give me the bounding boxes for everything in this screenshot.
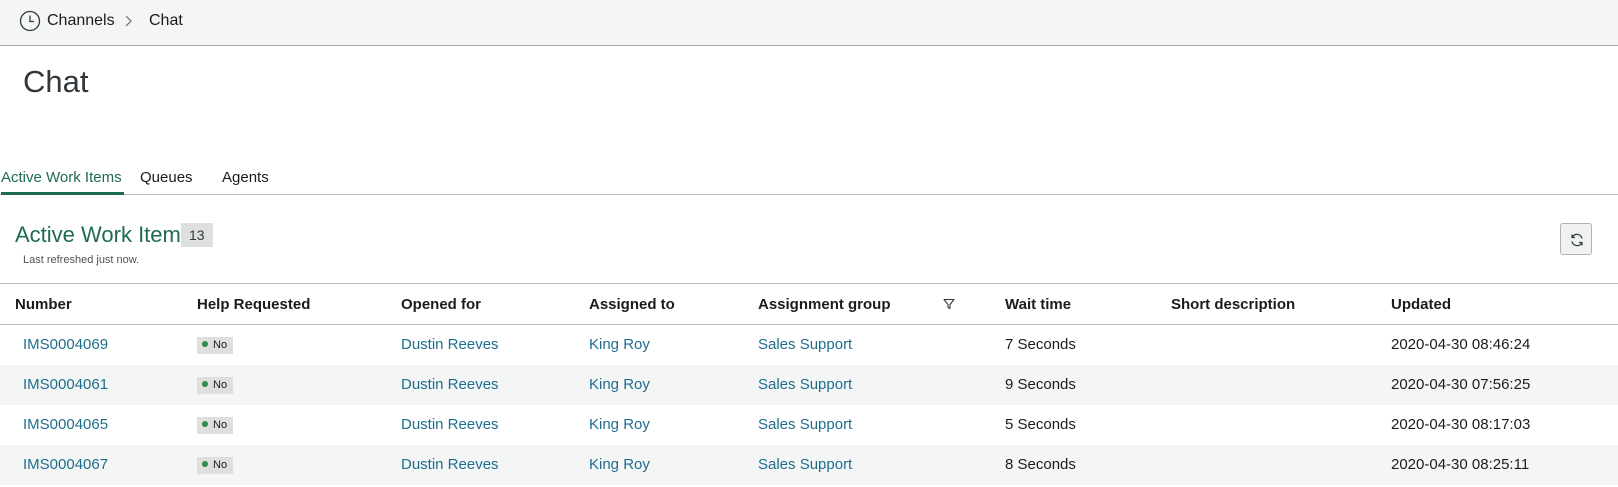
wait-time-value: 8 Seconds [1005,456,1076,473]
column-header-short-description[interactable]: Short description [1171,296,1295,313]
column-header-help-requested[interactable]: Help Requested [197,296,310,313]
column-header-updated[interactable]: Updated [1391,296,1451,313]
assignment-group-link[interactable]: Sales Support [758,336,852,353]
help-requested-value: No [213,379,228,391]
breadcrumb-chat: Chat [149,12,183,29]
table-row[interactable]: IMS0004061 No Dustin Reeves King Roy Sal… [0,365,1618,405]
wait-time-value: 5 Seconds [1005,416,1076,433]
filter-icon[interactable] [943,298,955,310]
table-row[interactable]: IMS0004065 No Dustin Reeves King Roy Sal… [0,405,1618,445]
updated-value: 2020-04-30 08:25:11 [1391,456,1530,473]
assignment-group-link[interactable]: Sales Support [758,416,852,433]
status-dot-icon [202,381,208,387]
assignment-group-link[interactable]: Sales Support [758,456,852,473]
opened-for-link[interactable]: Dustin Reeves [401,336,499,353]
help-requested-badge: No [197,457,234,474]
opened-for-link[interactable]: Dustin Reeves [401,416,499,433]
tab-agents[interactable]: Agents [222,169,269,186]
list-title: Active Work Items [15,222,192,247]
chevron-right-icon [125,15,132,27]
assigned-to-link[interactable]: King Roy [589,416,650,433]
status-dot-icon [202,461,208,467]
tab-active-work-items[interactable]: Active Work Items [1,169,124,195]
help-requested-badge: No [197,417,234,434]
assigned-to-link[interactable]: King Roy [589,456,650,473]
refresh-icon [1571,233,1583,247]
opened-for-link[interactable]: Dustin Reeves [401,456,499,473]
column-header-opened-for[interactable]: Opened for [401,296,481,313]
clock-icon[interactable] [19,10,41,32]
row-number-link[interactable]: IMS0004069 [23,336,108,353]
column-header-assignment-group[interactable]: Assignment group [758,296,891,313]
help-requested-badge: No [197,377,234,394]
refresh-status: Last refreshed just now. [23,254,140,266]
tab-queues[interactable]: Queues [140,169,193,186]
table-header: Number Help Requested Opened for Assigne… [0,284,1618,325]
assigned-to-link[interactable]: King Roy [589,336,650,353]
tab-bar: Active Work Items Queues Agents [0,167,1618,195]
count-badge: 13 [181,223,213,247]
table-row[interactable]: IMS0004067 No Dustin Reeves King Roy Sal… [0,445,1618,485]
refresh-button[interactable] [1560,223,1592,255]
updated-value: 2020-04-30 07:56:25 [1391,376,1531,393]
updated-value: 2020-04-30 08:46:24 [1391,336,1531,353]
help-requested-badge: No [197,337,234,354]
updated-value: 2020-04-30 08:17:03 [1391,416,1531,433]
row-number-link[interactable]: IMS0004061 [23,376,108,393]
assigned-to-link[interactable]: King Roy [589,376,650,393]
column-header-assigned-to[interactable]: Assigned to [589,296,675,313]
row-number-link[interactable]: IMS0004065 [23,416,108,433]
help-requested-value: No [213,419,228,431]
column-header-wait-time[interactable]: Wait time [1005,296,1071,313]
wait-time-value: 9 Seconds [1005,376,1076,393]
table-body: IMS0004069 No Dustin Reeves King Roy Sal… [0,325,1618,485]
assignment-group-link[interactable]: Sales Support [758,376,852,393]
wait-time-value: 7 Seconds [1005,336,1076,353]
help-requested-value: No [213,339,228,351]
page-title: Chat [23,64,89,99]
status-dot-icon [202,421,208,427]
help-requested-value: No [213,459,228,471]
status-dot-icon [202,341,208,347]
row-number-link[interactable]: IMS0004067 [23,456,108,473]
column-header-number[interactable]: Number [15,296,72,313]
opened-for-link[interactable]: Dustin Reeves [401,376,499,393]
top-bar: Channels Chat [0,0,1618,46]
breadcrumb-channels[interactable]: Channels [47,12,115,30]
table-row[interactable]: IMS0004069 No Dustin Reeves King Roy Sal… [0,325,1618,365]
